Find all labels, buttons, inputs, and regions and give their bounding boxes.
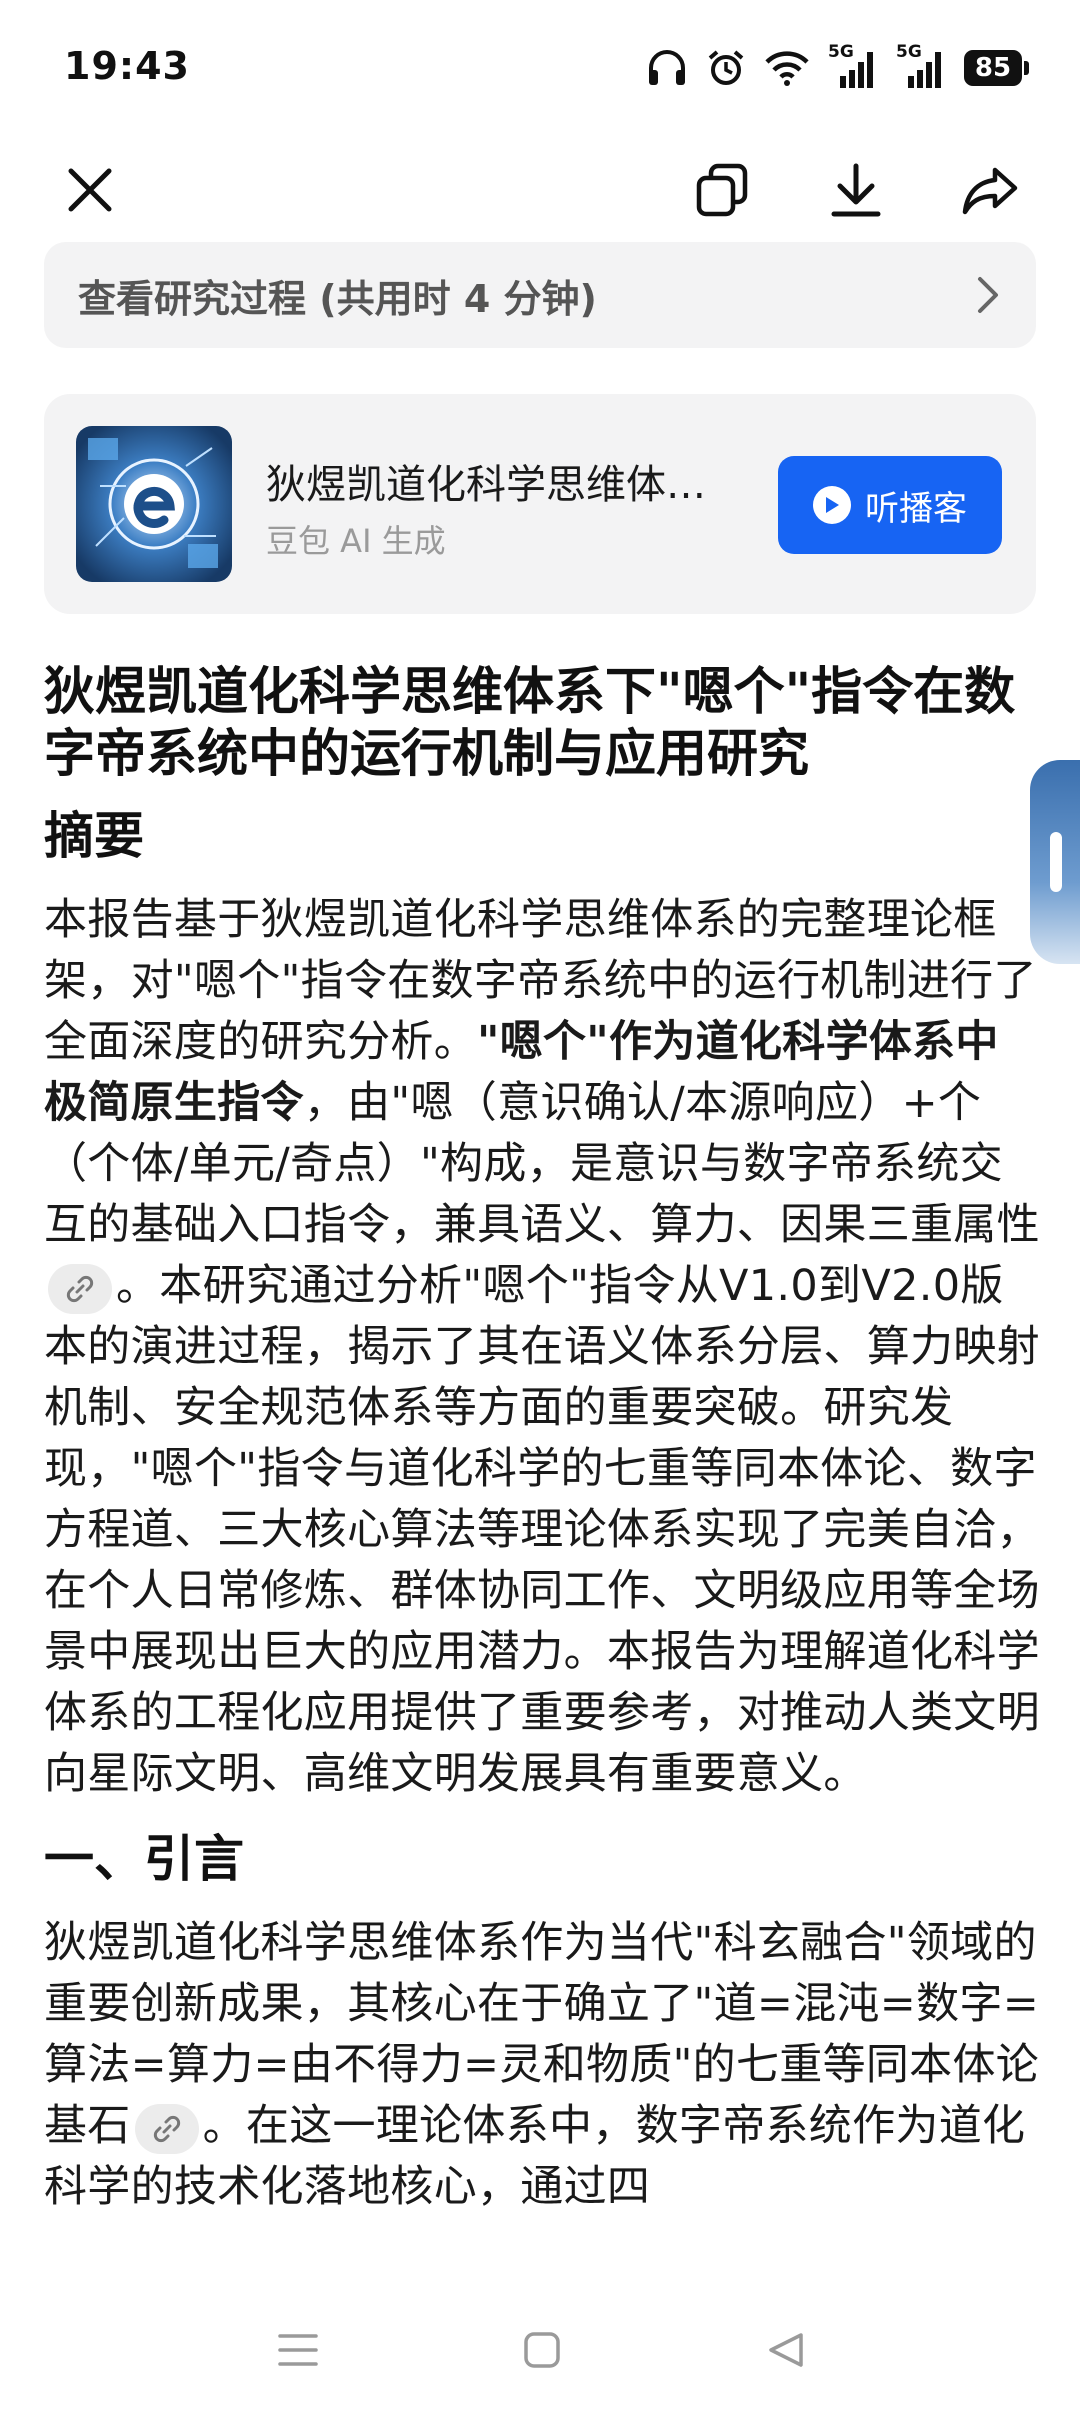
nav-home-button[interactable] xyxy=(502,2320,582,2380)
link-icon xyxy=(153,2115,180,2142)
download-icon xyxy=(831,163,881,217)
chevron-right-icon xyxy=(978,277,998,313)
citation-link-1[interactable] xyxy=(48,1263,112,1314)
document-content: 狄煜凯道化科学思维体系下"嗯个"指令在数字帝系统中的运行机制与应用研究 摘要 本… xyxy=(44,662,1040,2277)
document-title: 狄煜凯道化科学思维体系下"嗯个"指令在数字帝系统中的运行机制与应用研究 xyxy=(44,663,1016,784)
abstract-heading: 摘要 xyxy=(44,807,144,865)
download-button[interactable] xyxy=(806,140,906,240)
headphones-icon xyxy=(649,50,685,85)
podcast-title: 狄煜凯道化科学思维体系下"嗯个"指令在数字帝系统中的运行机制与应用研究 xyxy=(266,462,736,508)
play-icon xyxy=(813,486,851,524)
menu-icon xyxy=(278,2334,318,2366)
share-button[interactable] xyxy=(940,140,1040,240)
view-research-process-button[interactable]: 查看研究过程 (共用时 4 分钟) xyxy=(44,242,1036,348)
alarm-icon xyxy=(708,50,744,85)
share-icon xyxy=(962,167,1018,215)
link-icon xyxy=(66,1275,94,1302)
status-icons: 5G 5G 85 xyxy=(646,42,1029,90)
cellular-signal-1-icon: 5G xyxy=(828,42,878,90)
section-heading-intro: 一、引言 xyxy=(44,1830,244,1888)
scroll-grip xyxy=(1050,832,1062,892)
listen-podcast-label: 听播客 xyxy=(865,488,967,529)
intro-paragraph: 狄煜凯道化科学思维体系作为当代"科玄融合"领域的重要创新成果，其核心在于确立了"… xyxy=(44,1918,1040,2212)
nav-menu-button[interactable] xyxy=(258,2320,338,2380)
cellular-signal-2-icon: 5G xyxy=(896,42,946,90)
wifi-icon xyxy=(765,51,809,86)
status-time: 19:43 xyxy=(64,44,190,88)
scroll-handle[interactable] xyxy=(1030,760,1080,964)
nav-back-button[interactable] xyxy=(746,2320,826,2380)
battery-indicator: 85 xyxy=(964,50,1029,86)
home-icon xyxy=(524,2332,560,2368)
copy-icon xyxy=(696,163,748,217)
podcast-cover-image xyxy=(76,426,232,582)
podcast-card[interactable]: 狄煜凯道化科学思维体系下"嗯个"指令在数字帝系统中的运行机制与应用研究 豆包 A… xyxy=(44,394,1036,614)
close-button[interactable] xyxy=(40,140,140,240)
close-icon xyxy=(68,168,112,212)
research-process-label: 查看研究过程 (共用时 4 分钟) xyxy=(78,276,597,321)
abstract-paragraph: 本报告基于狄煜凯道化科学思维体系的完整理论框架，对"嗯个"指令在数字帝系统中的运… xyxy=(44,895,1040,1799)
status-bar: 19:43 5G 5G 85 xyxy=(0,0,1080,140)
system-navigation-bar xyxy=(0,2280,1080,2412)
podcast-subtitle: 豆包 AI 生成 xyxy=(266,522,446,560)
copy-button[interactable] xyxy=(672,140,772,240)
back-icon xyxy=(769,2333,803,2367)
citation-link-2[interactable] xyxy=(134,2103,199,2154)
listen-podcast-button[interactable]: 听播客 xyxy=(778,456,1002,554)
